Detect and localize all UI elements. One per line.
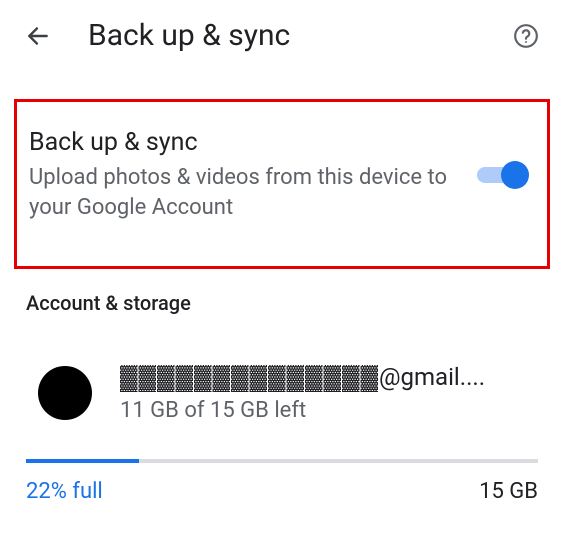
- backup-sync-toggle[interactable]: [477, 160, 529, 190]
- help-icon[interactable]: [512, 22, 540, 50]
- backup-sync-title: Back up & sync: [29, 128, 465, 157]
- toggle-thumb: [501, 161, 529, 189]
- storage-summary: 22% full 15 GB: [0, 463, 564, 504]
- storage-total: 15 GB: [479, 479, 538, 504]
- storage-progress: [0, 423, 564, 463]
- header: Back up & sync: [0, 0, 564, 71]
- account-email-redacted: ▓▓▓▓▓▓▓▓▓▓▓▓▓▓: [120, 363, 379, 391]
- backup-sync-description: Upload photos & videos from this device …: [29, 163, 465, 222]
- storage-percent: 22% full: [26, 479, 103, 504]
- section-label-account-storage: Account & storage: [0, 269, 564, 315]
- backup-sync-setting[interactable]: Back up & sync Upload photos & videos fr…: [14, 99, 550, 269]
- avatar: [38, 366, 92, 420]
- account-storage-text: 11 GB of 15 GB left: [120, 398, 538, 423]
- progress-fill: [26, 459, 139, 463]
- progress-bar: [26, 459, 538, 463]
- account-info: ▓▓▓▓▓▓▓▓▓▓▓▓▓▓@gmail.... 11 GB of 15 GB …: [120, 363, 538, 423]
- account-row[interactable]: ▓▓▓▓▓▓▓▓▓▓▓▓▓▓@gmail.... 11 GB of 15 GB …: [0, 315, 564, 423]
- account-email: ▓▓▓▓▓▓▓▓▓▓▓▓▓▓@gmail....: [120, 363, 538, 392]
- page-title: Back up & sync: [88, 18, 512, 53]
- account-email-suffix: @gmail....: [379, 363, 485, 391]
- backup-sync-text: Back up & sync Upload photos & videos fr…: [29, 128, 477, 222]
- back-icon[interactable]: [24, 22, 52, 50]
